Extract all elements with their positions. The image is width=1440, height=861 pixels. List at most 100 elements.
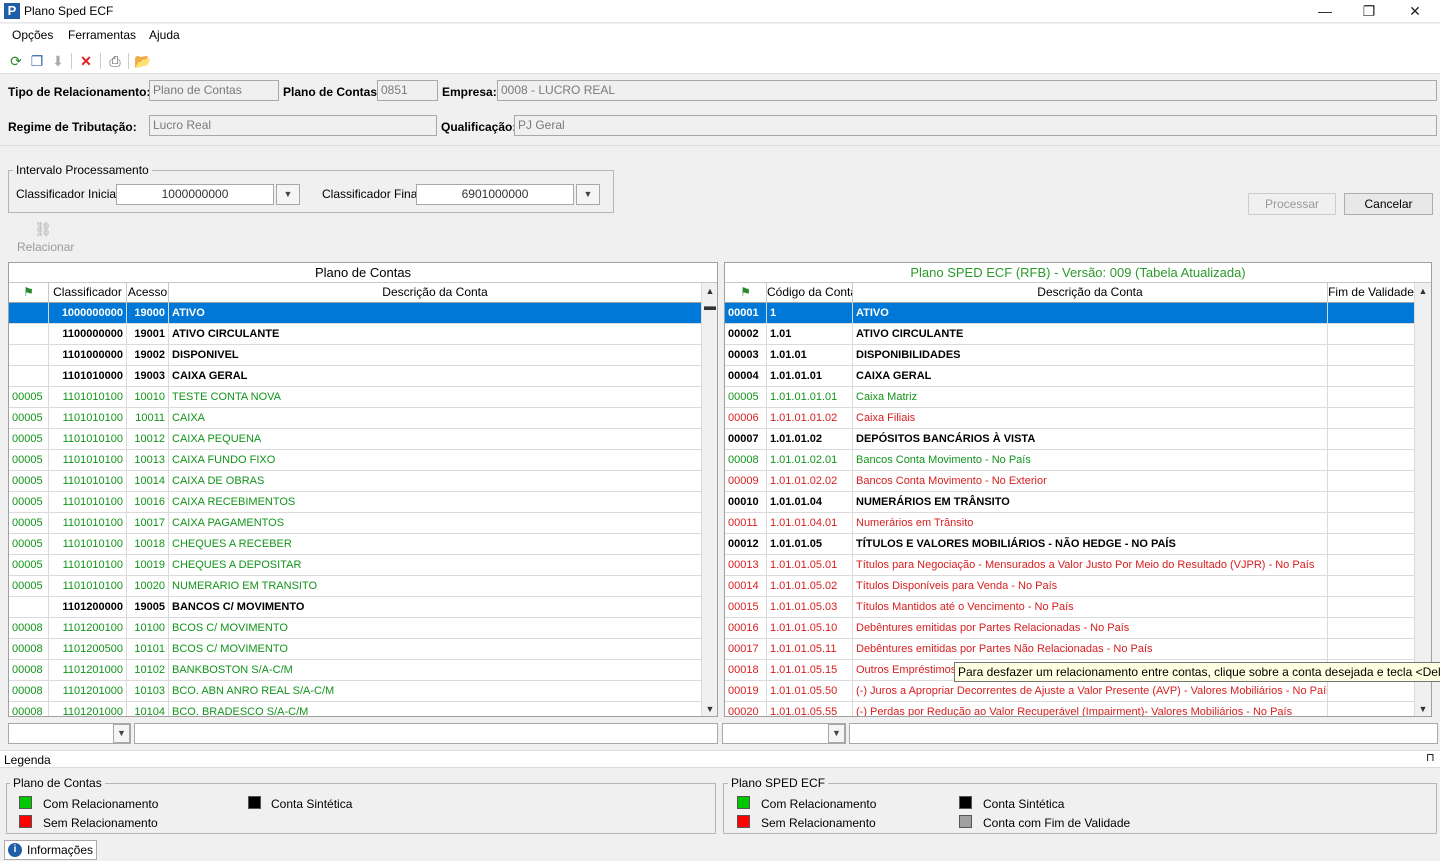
table-row[interactable]: 00005 1101010100 10014 CAIXA DE OBRAS — [9, 471, 702, 492]
minimize-button[interactable]: — — [1302, 0, 1348, 23]
table-row[interactable]: 00011 1.01.01.04.01 Numerários em Trânsito — [725, 513, 1415, 534]
table-row[interactable]: 00009 1.01.01.02.02 Bancos Conta Movimento… — [725, 471, 1415, 492]
relacionar-icon[interactable]: ⛓ — [34, 221, 52, 239]
copy-icon[interactable]: ❐ — [28, 52, 46, 70]
table-row[interactable]: 00019 1.01.01.05.50 (-) Juros a Apropriar … — [725, 681, 1415, 702]
col-fim-validade[interactable]: Fim de Validade — [1328, 283, 1415, 303]
codigo-seq-cell: 00020 — [725, 702, 767, 716]
col-classificador[interactable]: Classificador — [49, 283, 127, 303]
classificador-cell: 1101010100 — [49, 471, 127, 492]
table-row[interactable]: 00005 1.01.01.01.01 Caixa Matriz — [725, 387, 1415, 408]
table-row[interactable]: 1000000000 19000 ATIVO — [9, 303, 702, 324]
relacionar-button[interactable]: Relacionar — [17, 240, 74, 254]
table-row[interactable]: 00005 1101010100 10012 CAIXA PEQUENA — [9, 429, 702, 450]
table-row[interactable]: 00005 1101010100 10019 CHEQUES A DEPOSITAR — [9, 555, 702, 576]
inicial-dropdown-button[interactable]: ▼ — [276, 184, 300, 205]
table-row[interactable]: 00002 1.01 ATIVO CIRCULANTE — [725, 324, 1415, 345]
table-row[interactable]: 00010 1.01.01.04 NUMERÁRIOS EM TRÂNSITO — [725, 492, 1415, 513]
table-row[interactable]: 1101200000 19005 BANCOS C/ MOVIMENTO — [9, 597, 702, 618]
final-dropdown-button[interactable]: ▼ — [576, 184, 600, 205]
descricao-cell: DISPONIVEL — [169, 345, 702, 366]
pin-icon[interactable]: ⊓ — [1426, 751, 1435, 764]
classificador-cell: 1101010100 — [49, 513, 127, 534]
status-column-icon[interactable]: ⚑ — [725, 283, 767, 303]
col-codigo[interactable]: Código da Conta — [767, 283, 853, 303]
table-row[interactable]: 00008 1101201000 10103 BCO. ABN ANRO REAL S… — [9, 681, 702, 702]
cancelar-button[interactable]: Cancelar — [1344, 193, 1433, 215]
scroll-up-icon[interactable]: ▲ — [1415, 283, 1431, 299]
scroll-thumb[interactable]: ▬ — [702, 300, 717, 317]
table-row[interactable]: 00020 1.01.01.05.55 (-) Perdas por Redução… — [725, 702, 1415, 716]
table-row[interactable]: 00012 1.01.01.05 TÍTULOS E VALORES MOBILIÁ… — [725, 534, 1415, 555]
table-row[interactable]: 00005 1101010100 10020 NUMERARIO EM TRANSIT… — [9, 576, 702, 597]
scroll-down-icon[interactable]: ▼ — [1415, 701, 1431, 716]
menu-ajuda[interactable]: Ajuda — [149, 28, 180, 42]
classificador-cell: 1000000000 — [49, 303, 127, 324]
table-row[interactable]: 00008 1101200100 10100 BCOS C/ MOVIMENTO — [9, 618, 702, 639]
codigo-cell: 1.01.01.05.01 — [767, 555, 853, 576]
acesso-cell: 10102 — [127, 660, 169, 681]
status-column-icon[interactable]: ⚑ — [9, 283, 49, 303]
legenda-sintetica: Conta Sintética — [983, 797, 1065, 811]
table-row[interactable]: 00014 1.01.01.05.02 Títulos Disponíveis pa… — [725, 576, 1415, 597]
table-row[interactable]: 00005 1101010100 10011 CAIXA — [9, 408, 702, 429]
status-cell — [9, 345, 49, 366]
close-button[interactable]: ✕ — [1392, 0, 1438, 23]
right-filter-input[interactable] — [849, 723, 1438, 744]
table-row[interactable]: 00005 1101010100 10017 CAIXA PAGAMENTOS — [9, 513, 702, 534]
table-row[interactable]: 00003 1.01.01 DISPONIBILIDADES — [725, 345, 1415, 366]
restore-button[interactable]: ❐ — [1346, 0, 1392, 23]
status-cell — [9, 303, 49, 324]
col-descricao[interactable]: Descrição da Conta — [169, 283, 702, 303]
export-folder-icon[interactable]: 📂 — [134, 52, 152, 70]
download-icon[interactable]: ⬇ — [49, 52, 67, 70]
table-row[interactable]: 1100000000 19001 ATIVO CIRCULANTE — [9, 324, 702, 345]
table-row[interactable]: 00008 1.01.01.02.01 Bancos Conta Movimento… — [725, 450, 1415, 471]
legenda-sem: Sem Relacionamento — [43, 816, 158, 830]
menu-ferramentas[interactable]: Ferramentas — [68, 28, 136, 42]
table-row[interactable]: 00017 1.01.01.05.11 Debêntures emitidas po… — [725, 639, 1415, 660]
table-row[interactable]: 1101000000 19002 DISPONIVEL — [9, 345, 702, 366]
table-row[interactable]: 00001 1 ATIVO — [725, 303, 1415, 324]
sped-grid: Plano SPED ECF (RFB) - Versão: 009 (Tabe… — [724, 262, 1432, 717]
left-filter-input[interactable] — [134, 723, 718, 744]
table-row[interactable]: 00005 1101010100 10010 TESTE CONTA NOVA — [9, 387, 702, 408]
left-scrollbar[interactable]: ▲ ▬ ▼ — [701, 283, 717, 716]
table-row[interactable]: 00005 1101010100 10018 CHEQUES A RECEBER — [9, 534, 702, 555]
informacoes-label: Informações — [27, 843, 94, 857]
menu-opcoes[interactable]: Opções — [12, 28, 53, 42]
classificador-final-input[interactable]: 6901000000 — [416, 184, 574, 205]
processar-button[interactable]: Processar — [1248, 193, 1336, 215]
delete-icon[interactable]: ✕ — [77, 52, 95, 70]
informacoes-tab[interactable]: i Informações — [4, 840, 97, 860]
codigo-cell: 1.01.01.05.11 — [767, 639, 853, 660]
table-row[interactable]: 00007 1.01.01.02 DEPÓSITOS BANCÁRIOS À VIS… — [725, 429, 1415, 450]
refresh-icon[interactable]: ⟳ — [7, 52, 25, 70]
table-row[interactable]: 00008 1101200500 10101 BCOS C/ MOVIMENTO — [9, 639, 702, 660]
chevron-down-icon[interactable]: ▼ — [828, 724, 845, 743]
table-row[interactable]: 00005 1101010100 10016 CAIXA RECEBIMENTOS — [9, 492, 702, 513]
classificador-cell: 1101010100 — [49, 450, 127, 471]
menu-bar: Opções Ferramentas Ajuda — [0, 24, 1440, 48]
print-icon[interactable]: ⎙ — [106, 52, 124, 70]
col-descricao[interactable]: Descrição da Conta — [853, 283, 1328, 303]
scroll-down-icon[interactable]: ▼ — [702, 701, 717, 716]
table-row[interactable]: 00004 1.01.01.01 CAIXA GERAL — [725, 366, 1415, 387]
chevron-down-icon[interactable]: ▼ — [113, 724, 130, 743]
col-acesso[interactable]: Acesso — [127, 283, 169, 303]
table-row[interactable]: 00015 1.01.01.05.03 Títulos Mantidos até o… — [725, 597, 1415, 618]
table-row[interactable]: 00008 1101201000 10102 BANKBOSTON S/A-C/M — [9, 660, 702, 681]
codigo-seq-cell: 00015 — [725, 597, 767, 618]
classificador-cell: 1101010100 — [49, 576, 127, 597]
table-row[interactable]: 00006 1.01.01.01.02 Caixa Filiais — [725, 408, 1415, 429]
classificador-cell: 1101010100 — [49, 492, 127, 513]
table-row[interactable]: 00013 1.01.01.05.01 Títulos para Negociaçã… — [725, 555, 1415, 576]
table-row[interactable]: 00016 1.01.01.05.10 Debêntures emitidas po… — [725, 618, 1415, 639]
right-scrollbar[interactable]: ▲ ▼ — [1414, 283, 1431, 716]
scroll-up-icon[interactable]: ▲ — [702, 283, 717, 299]
table-row[interactable]: 00008 1101201000 10104 BCO. BRADESCO S/A-C/… — [9, 702, 702, 716]
classificador-inicial-input[interactable]: 1000000000 — [116, 184, 274, 205]
table-row[interactable]: 00005 1101010100 10013 CAIXA FUNDO FIXO — [9, 450, 702, 471]
codigo-cell: 1.01.01.01.01 — [767, 387, 853, 408]
table-row[interactable]: 1101010000 19003 CAIXA GERAL — [9, 366, 702, 387]
